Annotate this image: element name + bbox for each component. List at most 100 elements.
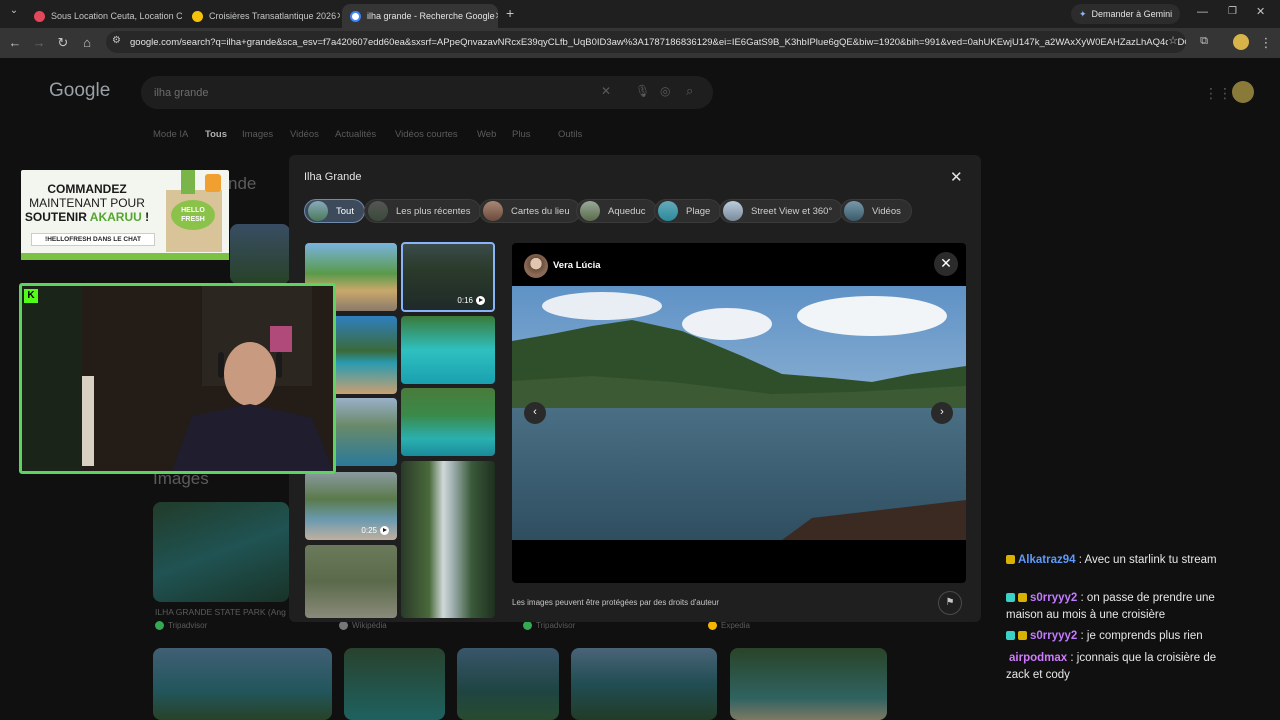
account-avatar[interactable]	[1232, 81, 1254, 103]
chip-recentes[interactable]: Les plus récentes	[364, 199, 482, 223]
headphone	[276, 352, 282, 378]
result-image[interactable]	[344, 648, 445, 720]
tab-croisieres[interactable]: Croisières Transatlantique 2026 ✕	[184, 4, 340, 28]
webcam-scene	[22, 286, 333, 471]
thumbnail-aerial[interactable]	[401, 388, 495, 456]
search-input[interactable]: ilha grande ✕ 🎙 ◎ ⌕	[141, 76, 713, 109]
chip-plage[interactable]: Plage	[654, 199, 722, 223]
tab-search-icon[interactable]: ⌄	[6, 5, 22, 16]
thumbnail-waterfall[interactable]	[401, 461, 495, 618]
chat-colon: :	[1077, 630, 1087, 642]
tab-tous[interactable]: Tous	[205, 129, 227, 140]
maximize-icon[interactable]: ❐	[1228, 6, 1237, 17]
tab-sous-location[interactable]: Sous Location Ceuta, Location C ✕	[26, 4, 182, 28]
promo-line: !	[141, 210, 150, 224]
chip-label: Vidéos	[872, 205, 901, 217]
chip-cartes[interactable]: Cartes du lieu	[479, 199, 581, 223]
thumbnail-video-2[interactable]: 0:25	[305, 472, 397, 540]
close-window-icon[interactable]: ✕	[1256, 5, 1265, 18]
profile-avatar[interactable]	[1233, 34, 1249, 50]
chip-aqueduc[interactable]: Aqueduc	[576, 199, 657, 223]
thumbnail-aqueduct[interactable]	[305, 545, 397, 618]
gemini-button[interactable]: ✦ Demander à Gemini	[1071, 4, 1181, 24]
result-image[interactable]	[571, 648, 717, 720]
extensions-icon[interactable]: ⧉	[1196, 35, 1212, 48]
result-source[interactable]: Tripadvisor	[155, 621, 207, 630]
chip-label: Street View et 360°	[751, 205, 833, 217]
chat-colon: :	[1077, 592, 1087, 604]
author-name[interactable]: Vera Lúcia	[553, 260, 601, 271]
google-logo[interactable]: Google	[49, 80, 110, 102]
back-icon[interactable]: ←	[7, 35, 23, 50]
chip-videos[interactable]: Vidéos	[840, 199, 912, 223]
menu-icon[interactable]: ⋮	[1258, 35, 1274, 51]
result-source[interactable]: Wikipédia	[339, 621, 387, 630]
tab-actualites[interactable]: Actualités	[335, 129, 376, 140]
video-duration: 0:25	[361, 526, 389, 535]
badge-icon	[1006, 555, 1015, 564]
chat-text: Avec un starlink tu stream	[1084, 554, 1217, 566]
minimize-icon[interactable]: —	[1197, 6, 1208, 18]
tab-mode-ia[interactable]: Mode IA	[153, 129, 188, 140]
result-source[interactable]: Expedia	[708, 621, 750, 630]
chip-thumb-icon	[308, 201, 328, 221]
chat-username[interactable]: Alkatraz94	[1018, 554, 1076, 566]
tab-videos-courtes[interactable]: Vidéos courtes	[395, 129, 458, 140]
promo-line: COMMANDEZ	[47, 182, 127, 196]
search-icon[interactable]: ⌕	[686, 83, 693, 99]
address-bar[interactable]: ⚙ google.com/search?q=ilha+grande&sca_es…	[106, 31, 1186, 53]
result-image[interactable]	[153, 648, 332, 720]
bookmark-star-icon[interactable]: ☆	[1168, 34, 1178, 47]
plant-area	[22, 286, 82, 471]
cloud	[797, 296, 947, 336]
chat-username[interactable]: airpodmax	[1009, 652, 1067, 664]
tab-ilha-grande[interactable]: ilha grande - Recherche Google ✕	[342, 4, 498, 28]
mic-icon[interactable]: 🎙	[635, 84, 650, 98]
clear-icon[interactable]: ✕	[601, 84, 611, 98]
author-avatar[interactable]	[524, 254, 548, 278]
promo-highlight: AKARUU	[89, 210, 142, 224]
tripadvisor-icon	[155, 621, 164, 630]
viewer-close-icon[interactable]: ✕	[934, 252, 958, 276]
next-arrow-icon[interactable]: ›	[931, 402, 953, 424]
reload-icon[interactable]: ↻	[55, 35, 71, 51]
close-icon[interactable]: ✕	[950, 168, 963, 186]
prev-arrow-icon[interactable]: ‹	[524, 402, 546, 424]
video-frame[interactable]	[512, 286, 966, 540]
new-tab-button[interactable]: +	[506, 5, 514, 21]
close-tab-icon[interactable]: ✕	[495, 11, 498, 22]
apps-grid-icon[interactable]: ⋮⋮	[1204, 85, 1232, 102]
result-title[interactable]: ILHA GRANDE STATE PARK (Ang	[155, 607, 286, 617]
result-image[interactable]	[730, 648, 887, 720]
site-info-icon[interactable]: ⚙	[112, 35, 121, 46]
result-image[interactable]	[153, 502, 289, 602]
thumbnail-video-selected[interactable]: 0:16	[401, 242, 495, 312]
chat-username[interactable]: s0rryyy2	[1030, 592, 1077, 604]
chat-message: airpodmax : jconnais que la croisière de…	[1006, 650, 1236, 684]
lens-icon[interactable]: ◎	[660, 84, 670, 98]
chip-street-view[interactable]: Street View et 360°	[719, 199, 844, 223]
tab-web[interactable]: Web	[477, 129, 496, 140]
chip-tout[interactable]: Tout	[304, 199, 365, 223]
headphone	[218, 352, 224, 378]
home-icon[interactable]: ⌂	[79, 35, 95, 50]
chat-colon: :	[1067, 652, 1077, 664]
result-source[interactable]: Tripadvisor	[523, 621, 575, 630]
tab-images[interactable]: Images	[242, 129, 273, 140]
tab-outils[interactable]: Outils	[558, 129, 582, 140]
knowledge-image[interactable]	[230, 224, 290, 284]
forward-icon[interactable]: →	[31, 35, 47, 50]
report-flag-icon[interactable]: ⚑	[938, 591, 962, 615]
chip-thumb-icon	[844, 201, 864, 221]
url-text: google.com/search?q=ilha+grande&sca_esv=…	[130, 36, 1186, 48]
result-image[interactable]	[457, 648, 559, 720]
tab-videos[interactable]: Vidéos	[290, 129, 319, 140]
chip-thumb-icon	[368, 201, 388, 221]
thumbnail-lagoon[interactable]	[401, 316, 495, 384]
video-duration: 0:16	[457, 296, 485, 305]
tab-plus[interactable]: Plus	[512, 129, 530, 140]
tab-title: Croisières Transatlantique 2026	[209, 11, 337, 21]
close-tab-icon[interactable]: ✕	[336, 11, 340, 22]
chat-username[interactable]: s0rryyy2	[1030, 630, 1077, 642]
expedia-icon	[708, 621, 717, 630]
